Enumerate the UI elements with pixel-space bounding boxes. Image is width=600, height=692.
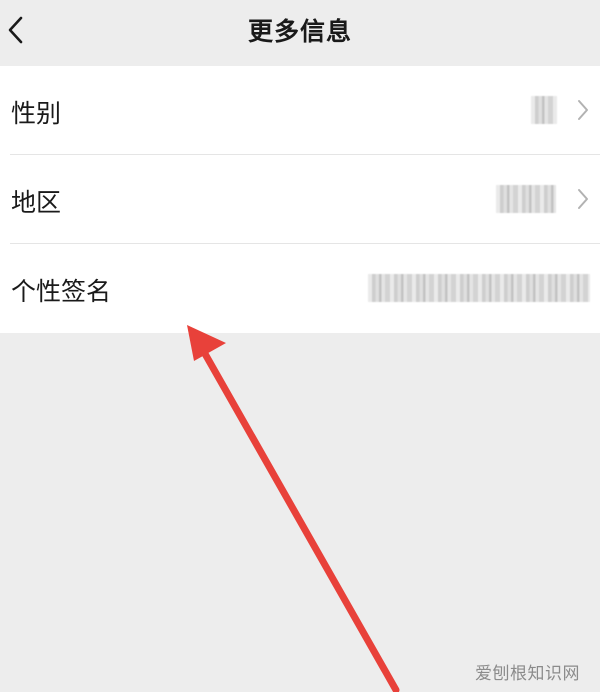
chevron-right-icon (578, 189, 588, 209)
chevron-right-icon (578, 100, 588, 120)
row-value-obscured (368, 274, 590, 302)
row-signature[interactable]: 个性签名 (0, 244, 600, 333)
row-label: 个性签名 (11, 277, 112, 306)
info-list: 性别 地区 个性签名 (0, 66, 600, 333)
row-value-obscured (531, 96, 557, 124)
row-region[interactable]: 地区 (0, 155, 600, 244)
row-gender[interactable]: 性别 (0, 66, 600, 155)
navigation-bar: 更多信息 (0, 0, 600, 66)
row-value-obscured (496, 185, 556, 213)
row-label: 性别 (11, 99, 62, 128)
page-title: 更多信息 (247, 17, 352, 46)
watermark-text: 爱刨根知识网 (475, 664, 580, 684)
row-label: 地区 (11, 188, 62, 217)
